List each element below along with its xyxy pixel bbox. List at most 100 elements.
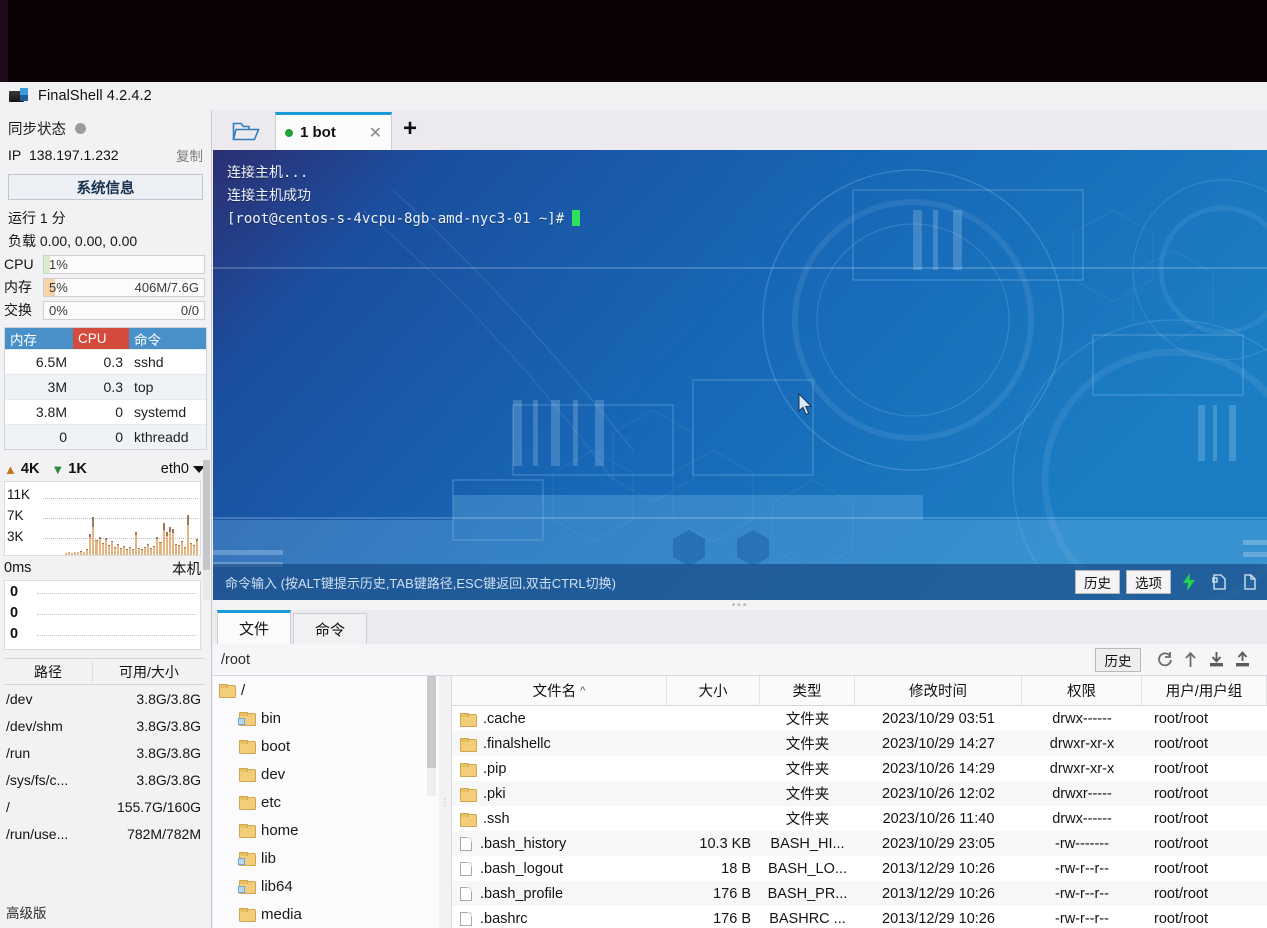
proc-mem: 3M (47, 379, 67, 395)
ping-ylabel-2: 0 (10, 626, 19, 642)
column-header-user[interactable]: 用户/用户组 (1142, 676, 1267, 705)
command-input-bar[interactable]: 命令输入 (按ALT键提示历史,TAB键路径,ESC键返回,双击CTRL切换) … (213, 564, 1267, 600)
table-row[interactable]: 6.5M 0.3 sshd (5, 349, 206, 374)
tree-item-lib[interactable]: lib (213, 844, 439, 872)
network-bar (107, 545, 110, 555)
tree-item-root[interactable]: / (213, 676, 439, 704)
copy-file-icon[interactable] (1237, 570, 1261, 594)
terminal-output-area[interactable]: 连接主机... 连接主机成功 [root@centos-s-4vcpu-8gb-… (213, 150, 1267, 600)
terminal-tab-1bot[interactable]: 1 bot ✕ (275, 112, 392, 150)
file-user-cell: root/root (1154, 910, 1208, 927)
table-row[interactable]: / 155.7G/160G (4, 793, 205, 820)
go-up-icon[interactable] (1177, 648, 1203, 672)
network-bar (177, 545, 180, 555)
network-bar (196, 539, 199, 555)
table-row[interactable]: .bash_logout 18 B BASH_LO... 2013/12/29 10:… (452, 856, 1267, 881)
column-header-perm[interactable]: 权限 (1022, 676, 1142, 705)
copy-ip-button[interactable]: 复制 (176, 145, 203, 165)
folder-icon (239, 908, 256, 922)
network-interface-label[interactable]: eth0 (161, 461, 189, 477)
table-row[interactable]: .ssh 文件夹 2023/10/26 11:40 drwx------ root/ro… (452, 806, 1267, 831)
green-connected-dot (285, 128, 293, 137)
table-row[interactable]: .finalshellc 文件夹 2023/10/29 14:27 drwxr-xr-… (452, 731, 1267, 756)
system-info-button[interactable]: 系统信息 (8, 174, 203, 200)
network-bar (89, 534, 92, 555)
disk-col-avail[interactable]: 可用/大小 (92, 661, 205, 682)
table-row[interactable]: /run 3.8G/3.8G (4, 739, 205, 766)
disk-avail: 155.7G/160G (116, 798, 201, 815)
network-bar (71, 552, 74, 555)
path-history-button[interactable]: 历史 (1095, 647, 1141, 672)
file-name-cell: .ssh (452, 811, 667, 827)
tree-item-label: / (241, 681, 246, 699)
process-col-cmd[interactable]: 命令 (129, 328, 206, 349)
column-header-type[interactable]: 类型 (760, 676, 855, 705)
column-header-time[interactable]: 修改时间 (855, 676, 1022, 705)
table-row[interactable]: .pip 文件夹 2023/10/26 14:29 drwxr-xr-x root/ro… (452, 756, 1267, 781)
tree-scrollbar[interactable] (427, 676, 436, 796)
table-row[interactable]: .bash_history 10.3 KB BASH_HI... 2023/10/29… (452, 831, 1267, 856)
tab-commands[interactable]: 命令 (293, 613, 367, 644)
path-input[interactable]: /root (221, 652, 1095, 668)
process-table: 内存 CPU 命令 6.5M 0.3 sshd 3M 0.3 top 3.8M 0 system… (4, 327, 207, 450)
disk-col-path[interactable]: 路径 (4, 662, 92, 682)
open-folder-icon[interactable] (225, 116, 267, 146)
table-row[interactable]: .bashrc 176 B BASHRC ... 2013/12/29 10:26 -r… (452, 906, 1267, 928)
file-icon (460, 836, 472, 851)
refresh-icon[interactable] (1151, 648, 1177, 672)
table-row[interactable]: /dev 3.8G/3.8G (4, 685, 205, 712)
table-row[interactable]: .bash_profile 176 B BASH_PR... 2013/12/29 1… (452, 881, 1267, 906)
tree-item-etc[interactable]: etc (213, 788, 439, 816)
table-row[interactable]: 3.8M 0 systemd (5, 399, 206, 424)
pane-resize-handle[interactable]: ••• (213, 600, 1267, 611)
download-icon[interactable] (1203, 648, 1229, 672)
load-average-text: 负载 0.00, 0.00, 0.00 (8, 233, 138, 249)
network-bar (153, 546, 156, 555)
paste-upload-icon[interactable] (1207, 570, 1231, 594)
network-bar (80, 550, 83, 555)
ip-text: IP 138.197.1.232 (8, 147, 119, 163)
network-bar (168, 526, 171, 555)
file-name-cell: .bash_logout (452, 861, 667, 877)
process-col-cpu[interactable]: CPU (73, 328, 129, 349)
tree-item-dev[interactable]: dev (213, 760, 439, 788)
disk-path: /sys/fs/c... (6, 771, 69, 788)
file-list: 文件名 ^ 大小 类型 修改时间 权限 用户/用户组 .cache 文件夹 2023… (451, 676, 1267, 928)
command-history-button[interactable]: 历史 (1075, 570, 1120, 594)
tab-files[interactable]: 文件 (217, 610, 291, 644)
column-header-name[interactable]: 文件名 ^ (452, 676, 667, 705)
disk-avail: 782M/782M (127, 825, 201, 842)
process-col-mem[interactable]: 内存 (5, 328, 73, 349)
close-icon[interactable]: ✕ (369, 123, 382, 143)
net-ylabel-1: 7K (7, 508, 24, 523)
command-options-button[interactable]: 选项 (1126, 570, 1171, 594)
table-row[interactable]: /dev/shm 3.8G/3.8G (4, 712, 205, 739)
tree-item-boot[interactable]: boot (213, 732, 439, 760)
tree-item-media[interactable]: media (213, 900, 439, 928)
table-row[interactable]: /run/use... 782M/782M (4, 820, 205, 847)
tree-item-home[interactable]: home (213, 816, 439, 844)
tree-item-lib64[interactable]: lib64 (213, 872, 439, 900)
table-row[interactable]: .cache 文件夹 2023/10/29 03:51 drwx------ root/… (452, 706, 1267, 731)
table-row[interactable]: 3M 0.3 top (5, 374, 206, 399)
file-perm-cell: -rw-r--r-- (1055, 885, 1109, 902)
ping-target-label[interactable]: 本机 (172, 558, 201, 579)
file-time-cell: 2023/10/29 03:51 (882, 710, 995, 727)
network-bar (83, 551, 86, 555)
folder-icon (239, 796, 256, 810)
sidebar-scrollbar[interactable] (203, 460, 210, 600)
proc-mem: 3.8M (35, 404, 67, 420)
lightning-bolt-icon[interactable] (1177, 570, 1201, 594)
ping-ylabel-0: 0 (10, 584, 19, 600)
table-row[interactable]: 0 0 kthreadd (5, 424, 206, 449)
tree-item-bin[interactable]: bin (213, 704, 439, 732)
table-row[interactable]: .pki 文件夹 2023/10/26 12:02 drwxr----- root/ro… (452, 781, 1267, 806)
advanced-version-link[interactable]: 高级版 (6, 902, 47, 922)
add-tab-button[interactable]: + (403, 117, 417, 141)
column-header-size[interactable]: 大小 (667, 676, 760, 705)
file-manager-splitter[interactable]: ⋮ (439, 676, 451, 928)
upload-icon[interactable] (1229, 648, 1255, 672)
disk-table-body: /dev 3.8G/3.8G/dev/shm 3.8G/3.8G/run 3.8G/3… (4, 685, 205, 847)
table-row[interactable]: /sys/fs/c... 3.8G/3.8G (4, 766, 205, 793)
disk-path: /run (6, 744, 31, 761)
